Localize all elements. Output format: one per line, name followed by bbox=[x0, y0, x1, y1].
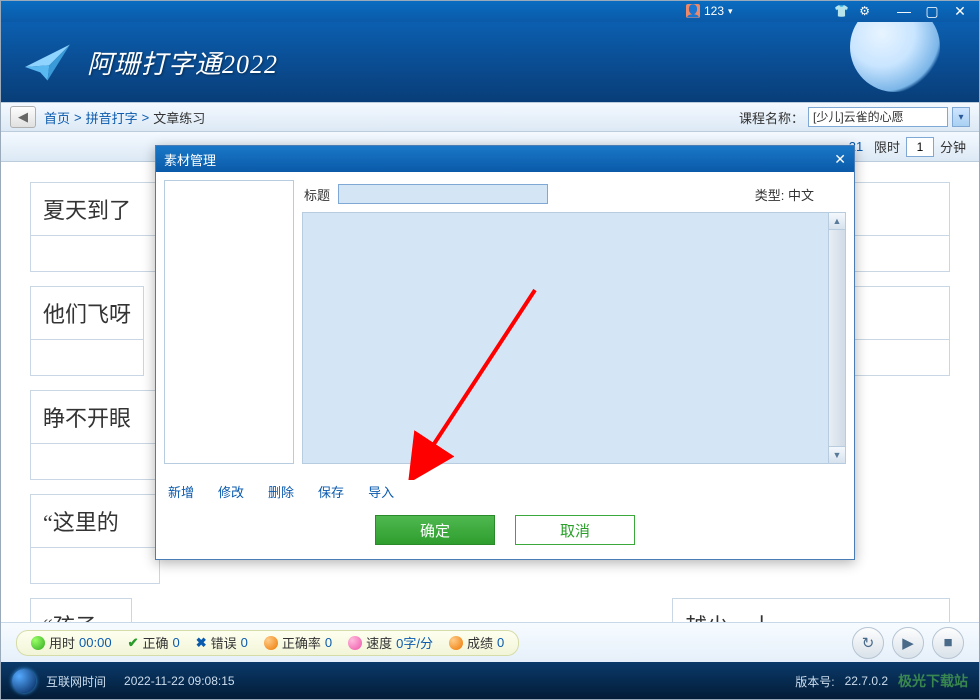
dialog-close-button[interactable]: ✕ bbox=[834, 151, 846, 168]
dialog-body: 标题 类型: 中文 ▲ ▼ bbox=[156, 172, 854, 472]
correct-value: 0 bbox=[172, 635, 179, 650]
back-button[interactable]: ◀ bbox=[10, 106, 36, 128]
moon-decoration bbox=[850, 22, 940, 92]
material-dialog: 素材管理 ✕ 标题 类型: 中文 ▲ ▼ 新增 修改 删除 保存 bbox=[155, 145, 855, 560]
breadcrumb-home[interactable]: 首页 bbox=[44, 108, 70, 127]
logo-icon bbox=[20, 40, 75, 85]
import-link[interactable]: 导入 bbox=[368, 482, 394, 501]
scrollbar[interactable]: ▲ ▼ bbox=[828, 213, 845, 463]
rate-value: 0 bbox=[325, 635, 332, 650]
action-links: 新增 修改 删除 保存 导入 bbox=[156, 472, 854, 505]
edit-link[interactable]: 修改 bbox=[218, 482, 244, 501]
restart-button[interactable]: ↻ bbox=[852, 627, 884, 659]
settings-icon[interactable]: ⚙ bbox=[859, 4, 870, 18]
content-textarea[interactable]: ▲ ▼ bbox=[302, 212, 846, 464]
time-value: 00:00 bbox=[79, 635, 112, 650]
stop-button[interactable]: ■ bbox=[932, 627, 964, 659]
input-line[interactable] bbox=[30, 340, 144, 376]
status-strip: 用时 00:00 ✔正确 0 ✖错误 0 正确率 0 速度 0字/分 成绩 0 … bbox=[0, 622, 980, 662]
text-line: 睁不开眼 bbox=[30, 390, 160, 444]
speed-value: 0字/分 bbox=[396, 633, 433, 652]
time-icon bbox=[31, 636, 45, 650]
breadcrumb-pinyin[interactable]: 拼音打字 bbox=[86, 108, 138, 127]
score-icon bbox=[449, 636, 463, 650]
stats-pill: 用时 00:00 ✔正确 0 ✖错误 0 正确率 0 速度 0字/分 成绩 0 bbox=[16, 630, 519, 656]
bottom-taskbar: 互联网时间 2022-11-22 09:08:15 版本号: 22.7.0.2 … bbox=[0, 662, 980, 700]
correct-label: 正确 bbox=[142, 633, 168, 652]
rate-label: 正确率 bbox=[282, 633, 321, 652]
maximize-button[interactable]: ▢ bbox=[918, 1, 946, 21]
correct-icon: ✔ bbox=[128, 635, 139, 651]
input-line[interactable] bbox=[30, 548, 160, 584]
content-column: 标题 类型: 中文 ▲ ▼ bbox=[302, 180, 846, 464]
breadcrumb-sep: > bbox=[74, 110, 82, 125]
save-link[interactable]: 保存 bbox=[318, 482, 344, 501]
delete-link[interactable]: 删除 bbox=[268, 482, 294, 501]
breadcrumb-bar: ◀ 首页 > 拼音打字 > 文章练习 课程名称： [少儿]云雀的心愿 ▾ bbox=[0, 102, 980, 132]
course-label: 课程名称： bbox=[739, 108, 804, 127]
close-button[interactable]: ✕ bbox=[946, 1, 974, 21]
score-label: 成绩 bbox=[467, 633, 493, 652]
breadcrumb-current: 文章练习 bbox=[153, 108, 205, 127]
dropdown-icon: ▾ bbox=[728, 6, 733, 17]
minimize-button[interactable]: — bbox=[890, 1, 918, 21]
add-link[interactable]: 新增 bbox=[168, 482, 194, 501]
net-time-label: 互联网时间 bbox=[46, 673, 106, 690]
wrong-value: 0 bbox=[241, 635, 248, 650]
title-input[interactable] bbox=[338, 184, 548, 204]
text-line: “这里的 bbox=[30, 494, 160, 548]
wrong-icon: ✖ bbox=[196, 635, 207, 651]
version-label: 版本号: bbox=[795, 673, 834, 690]
rate-icon bbox=[264, 636, 278, 650]
app-header: 阿珊打字通2022 bbox=[0, 22, 980, 102]
material-list[interactable] bbox=[164, 180, 294, 464]
titlebar-tools: 👕 ⚙ bbox=[834, 4, 870, 18]
app-title: 阿珊打字通2022 bbox=[87, 44, 278, 81]
limit-label: 限时 bbox=[874, 137, 900, 156]
skin-icon[interactable]: 👕 bbox=[834, 4, 849, 18]
course-selector: 课程名称： [少儿]云雀的心愿 ▾ bbox=[739, 107, 970, 127]
user-name: 123 bbox=[704, 4, 724, 18]
window-titlebar: 👤 123 ▾ 👕 ⚙ — ▢ ✕ bbox=[0, 0, 980, 22]
title-field-label: 标题 bbox=[304, 185, 330, 204]
breadcrumb-sep: > bbox=[142, 110, 150, 125]
playback-controls: ↻ ▶ ■ bbox=[852, 627, 964, 659]
watermark: 极光下载站 bbox=[898, 671, 968, 691]
limit-input[interactable] bbox=[906, 137, 934, 157]
user-icon: 👤 bbox=[686, 4, 700, 18]
version-value: 22.7.0.2 bbox=[845, 674, 888, 688]
input-line[interactable] bbox=[30, 444, 160, 480]
dialog-titlebar: 素材管理 ✕ bbox=[156, 146, 854, 172]
limit-unit: 分钟 bbox=[940, 137, 966, 156]
type-value: 中文 bbox=[788, 188, 814, 203]
course-dropdown-icon[interactable]: ▾ bbox=[952, 107, 970, 127]
play-button[interactable]: ▶ bbox=[892, 627, 924, 659]
user-badge[interactable]: 👤 123 ▾ bbox=[686, 4, 733, 18]
dialog-title: 素材管理 bbox=[164, 150, 216, 169]
cancel-button[interactable]: 取消 bbox=[515, 515, 635, 545]
speed-label: 速度 bbox=[366, 633, 392, 652]
window-controls: — ▢ ✕ bbox=[890, 1, 974, 21]
score-value: 0 bbox=[497, 635, 504, 650]
type-label: 类型: bbox=[755, 188, 785, 203]
scroll-down-icon[interactable]: ▼ bbox=[829, 446, 845, 463]
ok-button[interactable]: 确定 bbox=[375, 515, 495, 545]
wrong-label: 错误 bbox=[211, 633, 237, 652]
course-select[interactable]: [少儿]云雀的心愿 bbox=[808, 107, 948, 127]
time-label: 用时 bbox=[49, 633, 75, 652]
speed-icon bbox=[348, 636, 362, 650]
text-line: 他们飞呀 bbox=[30, 286, 144, 340]
orb-icon[interactable] bbox=[12, 669, 36, 693]
datetime: 2022-11-22 09:08:15 bbox=[124, 674, 235, 688]
dialog-buttons: 确定 取消 bbox=[156, 505, 854, 559]
scroll-up-icon[interactable]: ▲ bbox=[829, 213, 845, 230]
